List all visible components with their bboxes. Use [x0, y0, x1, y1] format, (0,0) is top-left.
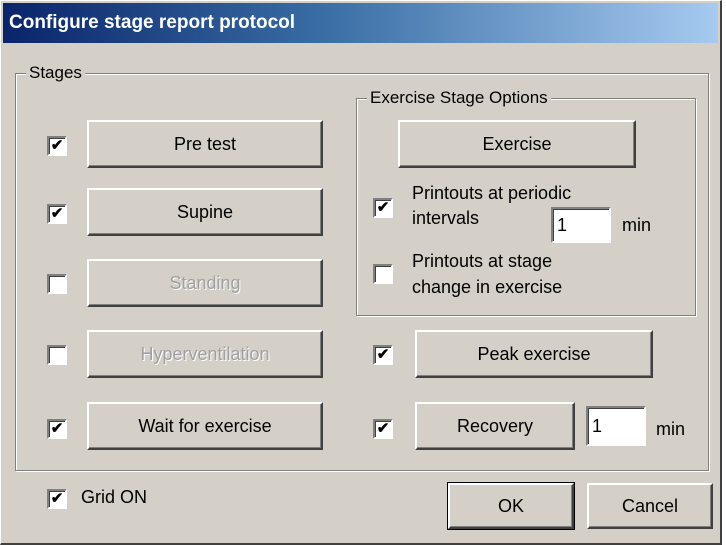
stages-group-label: Stages: [26, 62, 85, 84]
periodic-printouts-label-line2: intervals: [412, 208, 480, 228]
peak-exercise-checkbox[interactable]: ✔: [373, 345, 393, 365]
title-bar: Configure stage report protocol: [3, 3, 718, 43]
stage-change-label-line2: change in exercise: [412, 277, 563, 297]
periodic-interval-input[interactable]: [551, 207, 611, 243]
grid-on-checkbox[interactable]: ✔: [47, 489, 67, 509]
periodic-printouts-checkbox[interactable]: ✔: [373, 198, 393, 218]
dialog-window: Configure stage report protocol Stages ✔…: [0, 0, 722, 545]
supine-checkbox[interactable]: ✔: [47, 204, 67, 224]
ok-button[interactable]: OK: [447, 482, 575, 530]
periodic-printouts-label-line1: Printouts at periodic: [412, 183, 572, 203]
pre-test-button[interactable]: Pre test: [87, 120, 323, 168]
periodic-interval-unit: min: [622, 215, 652, 235]
recovery-minutes-input[interactable]: [586, 406, 646, 446]
supine-button[interactable]: Supine: [87, 188, 323, 236]
hyperventilation-checkbox[interactable]: [47, 345, 67, 365]
grid-on-label: Grid ON: [81, 487, 148, 507]
standing-checkbox[interactable]: [47, 274, 67, 294]
stage-change-printouts-checkbox[interactable]: [373, 264, 393, 284]
wait-for-exercise-button[interactable]: Wait for exercise: [87, 402, 323, 450]
window-title: Configure stage report protocol: [9, 12, 296, 33]
wait-for-exercise-checkbox[interactable]: ✔: [47, 419, 67, 439]
recovery-checkbox[interactable]: ✔: [373, 419, 393, 439]
exercise-button[interactable]: Exercise: [398, 120, 636, 168]
recovery-button[interactable]: Recovery: [415, 402, 575, 450]
standing-button[interactable]: Standing: [87, 259, 323, 307]
peak-exercise-button[interactable]: Peak exercise: [415, 330, 653, 378]
stage-change-label-line1: Printouts at stage: [412, 251, 553, 271]
pre-test-checkbox[interactable]: ✔: [47, 136, 67, 156]
exercise-options-group-label: Exercise Stage Options: [367, 87, 551, 109]
cancel-button[interactable]: Cancel: [587, 483, 713, 529]
hyperventilation-button[interactable]: Hyperventilation: [87, 330, 323, 378]
recovery-minutes-unit: min: [656, 419, 686, 439]
